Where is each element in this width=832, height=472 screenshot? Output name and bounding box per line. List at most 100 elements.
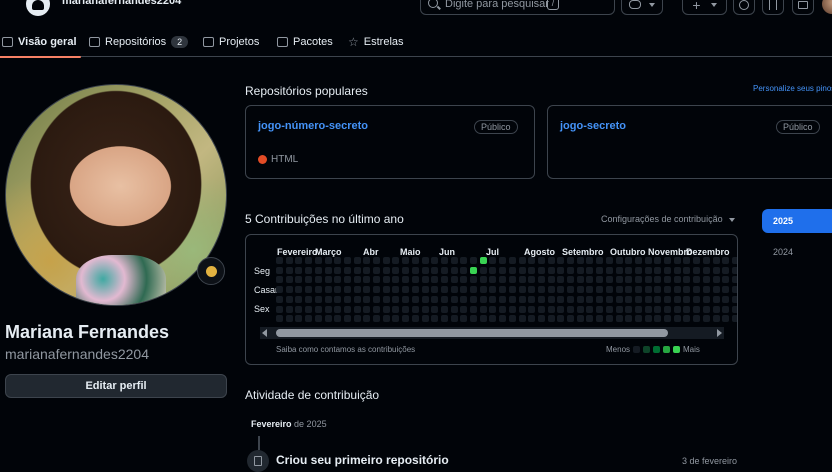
contribution-cell[interactable] [353, 257, 361, 264]
contribution-cell[interactable] [722, 315, 730, 323]
contribution-cell[interactable] [644, 257, 652, 264]
contribution-cell[interactable] [421, 266, 429, 274]
contribution-cell[interactable] [343, 305, 351, 313]
tab-repositories[interactable]: Repositórios 2 [89, 26, 189, 57]
contribution-cell[interactable] [411, 276, 419, 284]
contribution-cell[interactable] [615, 295, 623, 303]
contribution-cell[interactable] [596, 295, 604, 303]
contribution-cell[interactable] [295, 305, 303, 313]
contribution-cell[interactable] [664, 295, 671, 303]
contribution-cell[interactable] [460, 257, 468, 264]
repo-name-link[interactable]: jogo-secreto [560, 120, 626, 132]
contribution-cell[interactable] [450, 257, 458, 264]
contribution-cell[interactable] [324, 315, 332, 323]
contribution-cell[interactable] [373, 257, 380, 264]
contribution-cell[interactable] [731, 315, 737, 323]
contribution-cell[interactable] [470, 276, 477, 284]
user-menu-avatar[interactable] [822, 0, 832, 14]
inbox-button[interactable] [792, 0, 814, 15]
contribution-cell[interactable] [547, 266, 555, 274]
contribution-cell[interactable] [615, 257, 623, 264]
contribution-cell[interactable] [731, 257, 737, 264]
contribution-cell[interactable] [634, 295, 642, 303]
header-username[interactable]: marianafernandes2204 [62, 0, 181, 7]
contribution-cell[interactable] [460, 295, 468, 303]
contribution-cell[interactable] [567, 315, 574, 323]
contribution-cell[interactable] [693, 266, 701, 274]
contribution-cell[interactable] [518, 257, 526, 264]
contribution-cell[interactable] [586, 305, 594, 313]
contribution-cell[interactable] [508, 305, 516, 313]
contribution-cell[interactable] [421, 286, 429, 294]
contribution-cell[interactable] [596, 305, 604, 313]
contribution-cell[interactable] [295, 257, 303, 264]
contribution-cell[interactable] [305, 286, 313, 294]
github-logo-icon[interactable] [26, 0, 50, 16]
contribution-cell[interactable] [537, 286, 545, 294]
contribution-cell[interactable] [489, 305, 497, 313]
contribution-cell[interactable] [576, 286, 584, 294]
contribution-cell[interactable] [644, 276, 652, 284]
contribution-cell[interactable] [722, 286, 730, 294]
contribution-cell[interactable] [576, 266, 584, 274]
contribution-cell[interactable] [731, 286, 737, 294]
contribution-cell[interactable] [567, 286, 574, 294]
contribution-cell[interactable] [644, 266, 652, 274]
contribution-cell[interactable] [343, 266, 351, 274]
contribution-cell[interactable] [586, 266, 594, 274]
contribution-cell[interactable] [402, 257, 410, 264]
contribution-cell[interactable] [489, 295, 497, 303]
contribution-cell[interactable] [276, 305, 283, 313]
contribution-cell[interactable] [508, 276, 516, 284]
contribution-cell[interactable] [673, 276, 681, 284]
contribution-cell[interactable] [411, 305, 419, 313]
contribution-cell[interactable] [557, 315, 565, 323]
contribution-cell[interactable] [285, 266, 293, 274]
contribution-cell[interactable] [567, 266, 574, 274]
contribution-cell[interactable] [673, 315, 681, 323]
contribution-cell[interactable] [683, 286, 691, 294]
contribution-cell[interactable] [499, 286, 507, 294]
contribution-cell[interactable] [576, 257, 584, 264]
contribution-cell[interactable] [285, 295, 293, 303]
contribution-cell[interactable] [334, 305, 342, 313]
contribution-cell[interactable] [712, 286, 720, 294]
contribution-cell[interactable] [285, 286, 293, 294]
contribution-cell[interactable] [518, 315, 526, 323]
contribution-cell[interactable] [625, 257, 633, 264]
contribution-cell[interactable] [528, 315, 536, 323]
contribution-cell[interactable] [673, 286, 681, 294]
contribution-cell[interactable] [363, 295, 371, 303]
contribution-cell[interactable] [431, 305, 439, 313]
contribution-cell[interactable] [634, 305, 642, 313]
contribution-cell[interactable] [479, 295, 487, 303]
contribution-cell[interactable] [731, 305, 737, 313]
contribution-cell[interactable] [402, 286, 410, 294]
contribution-cell[interactable] [547, 315, 555, 323]
contribution-cell[interactable] [693, 315, 701, 323]
set-status-button[interactable] [197, 257, 225, 285]
contribution-cell[interactable] [722, 276, 730, 284]
contribution-cell[interactable] [295, 286, 303, 294]
contribution-cell[interactable] [557, 266, 565, 274]
contribution-cell[interactable] [460, 276, 468, 284]
contribution-cell[interactable] [683, 266, 691, 274]
contribution-cell[interactable] [731, 295, 737, 303]
contribution-cell[interactable] [392, 315, 400, 323]
contribution-cell[interactable] [625, 295, 633, 303]
contribution-cell[interactable] [499, 295, 507, 303]
contribution-cell[interactable] [305, 276, 313, 284]
contribution-cell[interactable] [363, 257, 371, 264]
contribution-cell[interactable] [693, 295, 701, 303]
contribution-cell[interactable] [605, 305, 613, 313]
contribution-cell[interactable] [353, 305, 361, 313]
calendar-scrollbar[interactable] [260, 327, 724, 339]
contribution-cell[interactable] [353, 276, 361, 284]
contribution-cell[interactable] [324, 305, 332, 313]
contribution-cell[interactable] [673, 295, 681, 303]
contribution-cell[interactable] [402, 266, 410, 274]
contribution-cell[interactable] [353, 286, 361, 294]
contribution-cell[interactable] [479, 276, 487, 284]
contribution-cell[interactable] [343, 276, 351, 284]
search-input[interactable]: Digite para pesquisar / [420, 0, 615, 15]
